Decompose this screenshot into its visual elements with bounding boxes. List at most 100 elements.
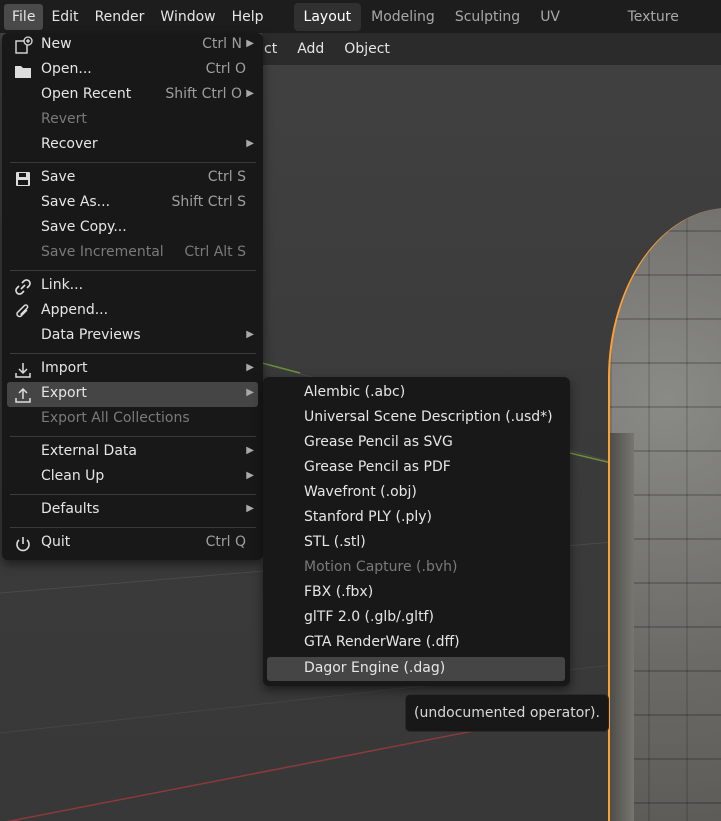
menu-item-label: Motion Capture (.bvh) (304, 559, 458, 575)
menu-item-link[interactable]: Link... (7, 274, 258, 299)
menu-item-label: Stanford PLY (.ply) (304, 509, 432, 525)
shortcut-label: Ctrl Alt S (184, 244, 246, 260)
menu-item-label: glTF 2.0 (.glb/.gltf) (304, 609, 434, 625)
menu-item-label: Wavefront (.obj) (304, 484, 417, 500)
menu-item-label: Clean Up (41, 468, 105, 484)
menu-item-label: Dagor Engine (.dag) (304, 660, 446, 676)
export-gltf[interactable]: glTF 2.0 (.glb/.gltf) (267, 606, 565, 630)
shortcut-label: Ctrl S (207, 169, 246, 185)
paperclip-icon (13, 302, 33, 322)
menu-item-open[interactable]: Open... Ctrl O (7, 58, 258, 83)
menu-item-label: Grease Pencil as PDF (304, 459, 451, 475)
menu-item-label: Open Recent (41, 86, 132, 102)
stone-wall-side (608, 433, 634, 821)
menu-item-export-all-collections: Export All Collections (7, 407, 258, 432)
menu-item-label: Open... (41, 61, 92, 77)
menu-file[interactable]: File (4, 3, 44, 30)
menu-item-save-incremental: Save Incremental Ctrl Alt S (7, 241, 258, 266)
export-alembic[interactable]: Alembic (.abc) (267, 381, 565, 405)
menu-item-import[interactable]: Import ▶ (7, 357, 258, 382)
menu-item-export[interactable]: Export ▶ (7, 382, 258, 407)
menu-item-quit[interactable]: Quit Ctrl Q (7, 531, 258, 556)
menu-render[interactable]: Render (87, 4, 153, 30)
menu-item-save[interactable]: Save Ctrl S (7, 166, 258, 191)
menu-item-label: Grease Pencil as SVG (304, 434, 453, 450)
menu-item-label: Save (41, 169, 76, 185)
submenu-arrow-icon: ▶ (246, 470, 254, 481)
menu-item-label: Quit (41, 534, 71, 550)
submenu-arrow-icon: ▶ (246, 503, 254, 514)
shortcut-label: Ctrl N (202, 36, 242, 52)
menu-item-label: Export All Collections (41, 410, 190, 426)
export-fbx[interactable]: FBX (.fbx) (267, 581, 565, 605)
menu-separator (10, 436, 256, 437)
menu-item-open-recent[interactable]: Open Recent Shift Ctrl O ▶ (7, 83, 258, 108)
submenu-arrow-icon: ▶ (246, 38, 254, 49)
viewport-menu-object[interactable]: Object (334, 41, 400, 57)
shortcut-label: Ctrl O (205, 61, 246, 77)
tab-modeling[interactable]: Modeling (361, 3, 445, 31)
menu-item-recover[interactable]: Recover ▶ (7, 133, 258, 158)
menu-item-label: Defaults (41, 501, 100, 517)
export-dagor-engine[interactable]: Dagor Engine (.dag) (267, 657, 565, 681)
import-icon (13, 360, 33, 380)
shortcut-label: Ctrl Q (205, 534, 246, 550)
export-motion-capture-bvh: Motion Capture (.bvh) (267, 556, 565, 580)
shortcut-label: Shift Ctrl S (171, 194, 246, 210)
menu-item-label: External Data (41, 443, 137, 459)
menu-edit[interactable]: Edit (43, 4, 86, 30)
menu-item-label: Recover (41, 136, 98, 152)
menu-item-label: Save Copy... (41, 219, 127, 235)
export-stanford-ply[interactable]: Stanford PLY (.ply) (267, 506, 565, 530)
menu-item-data-previews[interactable]: Data Previews ▶ (7, 324, 258, 349)
menu-item-label: STL (.stl) (304, 534, 366, 550)
menu-item-save-as[interactable]: Save As... Shift Ctrl S (7, 191, 258, 216)
export-grease-pencil-pdf[interactable]: Grease Pencil as PDF (267, 456, 565, 480)
menu-separator (10, 270, 256, 271)
menu-window[interactable]: Window (152, 4, 223, 30)
menu-separator (10, 162, 256, 163)
menu-item-label: Import (41, 360, 88, 376)
submenu-arrow-icon: ▶ (246, 138, 254, 149)
menu-item-label: Save As... (41, 194, 111, 210)
submenu-arrow-icon: ▶ (246, 362, 254, 373)
menu-separator (10, 353, 256, 354)
tab-uv-editing[interactable]: UV Editing (530, 3, 617, 53)
tab-sculpting[interactable]: Sculpting (445, 3, 530, 31)
export-grease-pencil-svg[interactable]: Grease Pencil as SVG (267, 431, 565, 455)
tab-layout[interactable]: Layout (293, 2, 362, 31)
export-stl[interactable]: STL (.stl) (267, 531, 565, 555)
shortcut-label: Shift Ctrl O (165, 86, 242, 102)
new-file-icon (13, 36, 33, 56)
menu-item-external-data[interactable]: External Data ▶ (7, 440, 258, 465)
menu-separator (10, 527, 256, 528)
tooltip: (undocumented operator). (405, 694, 609, 732)
link-icon (13, 277, 33, 297)
menu-help[interactable]: Help (224, 4, 272, 30)
file-menu: New Ctrl N ▶ Open... Ctrl O Open Recent … (2, 33, 263, 560)
export-icon (13, 385, 33, 405)
menu-item-label: New (41, 36, 72, 52)
menu-item-defaults[interactable]: Defaults ▶ (7, 498, 258, 523)
menu-item-label: GTA RenderWare (.dff) (304, 634, 460, 650)
submenu-arrow-icon: ▶ (246, 445, 254, 456)
menu-item-label: Append... (41, 302, 109, 318)
submenu-arrow-icon: ▶ (246, 387, 254, 398)
folder-icon (13, 61, 33, 81)
export-gta-renderware[interactable]: GTA RenderWare (.dff) (267, 631, 565, 655)
export-usd[interactable]: Universal Scene Description (.usd*) (267, 406, 565, 430)
export-wavefront-obj[interactable]: Wavefront (.obj) (267, 481, 565, 505)
menu-item-append[interactable]: Append... (7, 299, 258, 324)
menu-item-clean-up[interactable]: Clean Up ▶ (7, 465, 258, 490)
menu-separator (10, 494, 256, 495)
menu-item-save-copy[interactable]: Save Copy... (7, 216, 258, 241)
tab-texture-paint[interactable]: Texture Paint (618, 3, 721, 53)
export-submenu: Alembic (.abc) Universal Scene Descripti… (263, 377, 570, 686)
viewport-menu-add[interactable]: Add (287, 41, 334, 57)
menu-item-label: FBX (.fbx) (304, 584, 374, 600)
menu-item-label: Save Incremental (41, 244, 164, 260)
menu-item-label: Alembic (.abc) (304, 384, 406, 400)
menu-item-new[interactable]: New Ctrl N ▶ (7, 33, 258, 58)
viewport-menu-select[interactable]: ct (262, 41, 287, 57)
power-icon (13, 534, 33, 554)
